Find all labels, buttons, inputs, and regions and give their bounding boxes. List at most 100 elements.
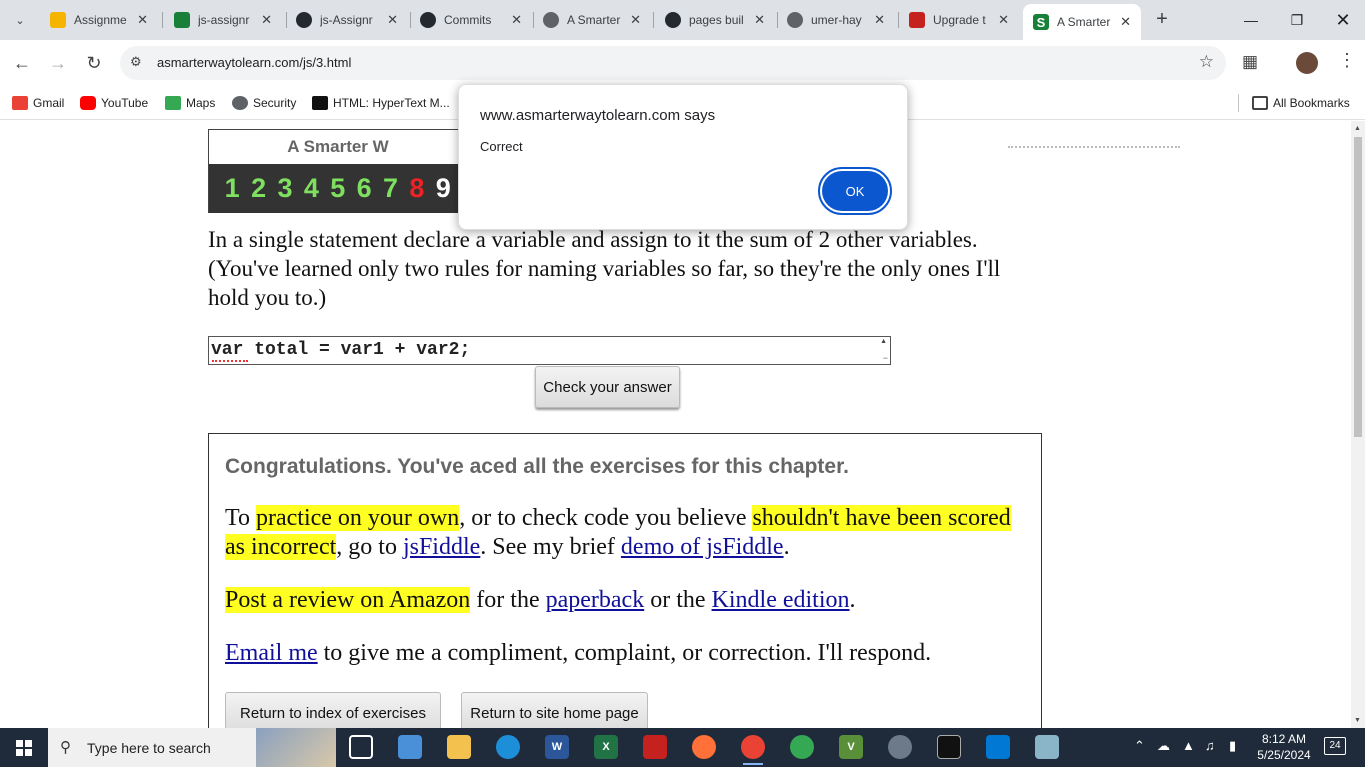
bookmark-security[interactable]: Security: [232, 93, 296, 113]
jsfiddle-link[interactable]: jsFiddle: [403, 534, 480, 560]
recorder-icon[interactable]: [643, 735, 667, 759]
window-close-icon[interactable]: ✕: [1320, 0, 1365, 40]
bookmark-label: HTML: HyperText M...: [333, 96, 450, 110]
tab-umer-hay[interactable]: umer-hay ✕: [777, 6, 895, 34]
vscode-icon[interactable]: [986, 735, 1010, 759]
battery-icon[interactable]: ▮: [1229, 738, 1236, 754]
firefox-icon[interactable]: [692, 735, 716, 759]
tab-upgrade[interactable]: Upgrade t ✕: [899, 6, 1019, 34]
exercise-number[interactable]: 7: [377, 173, 403, 204]
notification-center-icon[interactable]: 24: [1324, 737, 1346, 755]
word-icon[interactable]: W: [545, 735, 569, 759]
profile-avatar[interactable]: [1296, 52, 1318, 74]
system-clock[interactable]: 8:12 AM 5/25/2024: [1254, 731, 1314, 763]
onedrive-icon[interactable]: ☁: [1157, 738, 1170, 754]
exercise-number[interactable]: 6: [351, 173, 377, 204]
chrome-profile-icon[interactable]: [790, 735, 814, 759]
terminal-icon[interactable]: [937, 735, 961, 759]
all-bookmarks-label: All Bookmarks: [1273, 96, 1350, 110]
exercise-number[interactable]: 3: [272, 173, 298, 204]
jsfiddle-demo-link[interactable]: demo of jsFiddle: [621, 534, 784, 560]
url-text[interactable]: asmarterwaytolearn.com/js/3.html: [157, 55, 351, 70]
excel-icon[interactable]: X: [594, 735, 618, 759]
wifi-icon[interactable]: ▲: [1182, 738, 1195, 753]
tab-title: Upgrade t: [933, 13, 986, 27]
email-me-link[interactable]: Email me: [225, 640, 318, 666]
minimize-icon[interactable]: —: [1228, 0, 1274, 40]
exercise-number[interactable]: 2: [245, 173, 271, 204]
tab-pages-build[interactable]: pages buil ✕: [655, 6, 775, 34]
bookmark-label: Maps: [186, 96, 216, 110]
menu-dots-icon[interactable]: ⋮: [1338, 50, 1356, 71]
settings-bug-icon[interactable]: [888, 735, 912, 759]
forward-arrow-icon[interactable]: →: [43, 48, 73, 78]
return-to-home-button[interactable]: Return to site home page: [461, 692, 648, 728]
tab-smarter-way-active[interactable]: S A Smarter ✕: [1023, 4, 1141, 40]
tab-github-repo[interactable]: js-Assignr ✕: [286, 6, 408, 34]
new-tab-plus-icon[interactable]: +: [1150, 8, 1174, 32]
dialog-message: Correct: [480, 139, 523, 154]
tab-title: A Smarter: [1057, 15, 1111, 29]
vim-icon[interactable]: V: [839, 735, 863, 759]
chrome-icon[interactable]: [741, 735, 765, 765]
page-scrollbar[interactable]: ▲ ▼: [1351, 121, 1365, 728]
bookmark-star-icon[interactable]: ☆: [1199, 52, 1214, 72]
bookmark-youtube[interactable]: YouTube: [80, 93, 148, 113]
close-icon[interactable]: ✕: [754, 12, 765, 28]
exercise-number-current[interactable]: 8: [404, 173, 430, 204]
answer-textarea[interactable]: var total = var1 + var2; ▲ −: [208, 336, 891, 365]
kindle-edition-link[interactable]: Kindle edition: [712, 587, 850, 613]
bookmark-mdn[interactable]: HTML: HyperText M...: [312, 93, 450, 113]
exercise-number-bar: 1 2 3 4 5 6 7 8 9: [209, 164, 467, 213]
text: To: [225, 505, 256, 531]
scroll-up-arrow-icon[interactable]: ▲: [880, 338, 887, 345]
address-bar[interactable]: ⚙ asmarterwaytolearn.com/js/3.html ☆: [120, 46, 1226, 80]
close-icon[interactable]: ✕: [1120, 14, 1131, 30]
resize-grip-icon[interactable]: −: [883, 353, 888, 363]
reload-icon[interactable]: ↻: [79, 48, 109, 78]
site-settings-icon[interactable]: ⚙: [130, 54, 142, 70]
edge-icon[interactable]: [496, 735, 520, 759]
chevron-up-icon[interactable]: ⌃: [1134, 738, 1145, 754]
exercise-number[interactable]: 5: [325, 173, 351, 204]
answer-code[interactable]: var total = var1 + var2;: [211, 340, 470, 360]
bookmark-gmail[interactable]: Gmail: [12, 93, 64, 113]
exercise-number[interactable]: 4: [298, 173, 324, 204]
tab-js-assignment[interactable]: js-assignr ✕: [164, 6, 282, 34]
classroom-icon: [50, 12, 66, 28]
close-icon[interactable]: ✕: [137, 12, 148, 28]
bookmark-maps[interactable]: Maps: [165, 93, 215, 113]
file-manager-icon[interactable]: [398, 735, 422, 759]
notes-icon[interactable]: [1035, 735, 1059, 759]
extensions-puzzle-icon[interactable]: ▦: [1242, 52, 1258, 72]
close-icon[interactable]: ✕: [387, 12, 398, 28]
scroll-down-icon[interactable]: ▼: [1354, 717, 1361, 724]
close-icon[interactable]: ✕: [998, 12, 1009, 28]
restore-icon[interactable]: ❐: [1274, 0, 1320, 40]
scroll-up-icon[interactable]: ▲: [1354, 125, 1361, 132]
taskbar-search[interactable]: ⚲ Type here to search: [48, 728, 336, 767]
exercise-number[interactable]: 1: [219, 173, 245, 204]
start-button[interactable]: [0, 728, 48, 767]
s-logo-icon: S: [1033, 14, 1049, 30]
volume-icon[interactable]: ♫: [1205, 738, 1215, 753]
folder-icon[interactable]: [447, 735, 471, 759]
close-icon[interactable]: ✕: [874, 12, 885, 28]
tab-assignment[interactable]: Assignme ✕: [40, 6, 158, 34]
paperback-link[interactable]: paperback: [546, 587, 645, 613]
tab-commits[interactable]: Commits ✕: [410, 6, 532, 34]
check-answer-button[interactable]: Check your answer: [535, 366, 680, 408]
all-bookmarks[interactable]: All Bookmarks: [1252, 93, 1350, 113]
ok-button[interactable]: OK: [818, 167, 892, 215]
mdn-icon: [312, 96, 328, 110]
return-to-index-button[interactable]: Return to index of exercises: [225, 692, 441, 728]
tab-search-chevron-icon[interactable]: ⌄: [8, 8, 32, 32]
back-arrow-icon[interactable]: ←: [7, 48, 37, 78]
tab-smarter-way[interactable]: A Smarter ✕: [533, 6, 651, 34]
task-view-icon[interactable]: [349, 735, 373, 759]
close-icon[interactable]: ✕: [630, 12, 641, 28]
scrollbar-thumb[interactable]: [1354, 137, 1362, 437]
close-icon[interactable]: ✕: [261, 12, 272, 28]
close-icon[interactable]: ✕: [511, 12, 522, 28]
exercise-number[interactable]: 9: [430, 173, 456, 204]
